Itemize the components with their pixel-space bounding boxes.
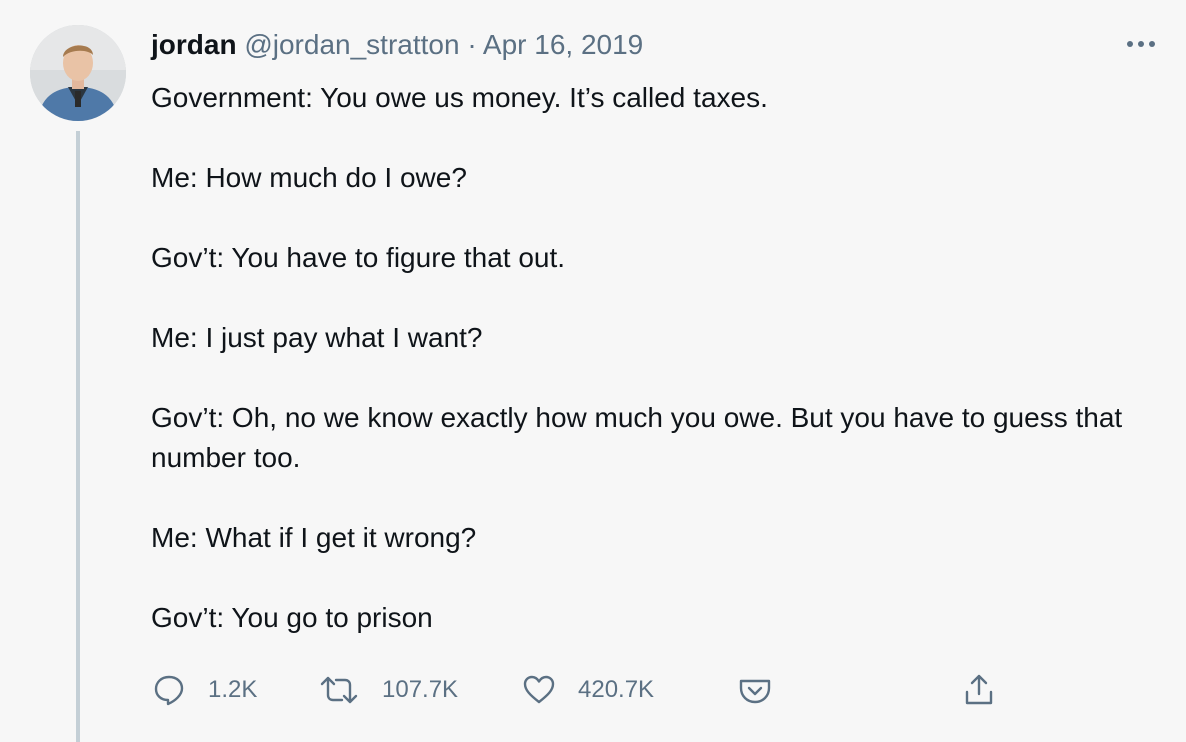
- like-button[interactable]: 420.7K: [522, 668, 654, 712]
- tweet-paragraph: Gov’t: You have to figure that out.: [151, 242, 566, 273]
- retweet-button[interactable]: 107.7K: [318, 668, 458, 712]
- tweet-text: Government: You owe us money. It’s calle…: [151, 78, 1166, 638]
- speech-bubble-icon: [154, 675, 184, 706]
- display-name[interactable]: jordan: [151, 29, 237, 60]
- share-button[interactable]: [962, 668, 996, 712]
- tweet-header: jordan @jordan_stratton · Apr 16, 2019: [151, 28, 643, 62]
- avatar[interactable]: [30, 25, 126, 121]
- pocket-save-button[interactable]: [738, 668, 772, 712]
- timestamp[interactable]: Apr 16, 2019: [483, 29, 643, 60]
- reply-count: 1.2K: [208, 676, 258, 703]
- tweet-paragraph: Me: What if I get it wrong?: [151, 522, 477, 553]
- tweet-paragraph: Gov’t: You go to prison: [151, 602, 433, 633]
- three-dots-icon: [1127, 41, 1155, 47]
- separator: ·: [467, 29, 477, 60]
- action-bar: 1.2K 107.7K 420.7K: [0, 668, 1186, 712]
- reply-button[interactable]: 1.2K: [152, 668, 257, 712]
- tweet-paragraph: Me: I just pay what I want?: [151, 322, 483, 353]
- like-count: 420.7K: [578, 676, 655, 703]
- handle[interactable]: @jordan_stratton: [244, 29, 459, 60]
- heart-icon: [523, 675, 555, 704]
- retweet-count: 107.7K: [382, 676, 459, 703]
- tweet-paragraph: Me: How much do I owe?: [151, 162, 467, 193]
- share-upload-icon: [965, 674, 993, 705]
- tweet-paragraph: Gov’t: Oh, no we know exactly how much y…: [151, 402, 1123, 473]
- thread-line: [76, 131, 80, 742]
- more-options-button[interactable]: [1124, 34, 1164, 54]
- pocket-save-icon: [739, 679, 771, 704]
- tweet: jordan @jordan_stratton · Apr 16, 2019 G…: [0, 0, 1186, 742]
- tweet-paragraph: Government: You owe us money. It’s calle…: [151, 82, 768, 113]
- retweet-arrows-icon: [320, 676, 358, 704]
